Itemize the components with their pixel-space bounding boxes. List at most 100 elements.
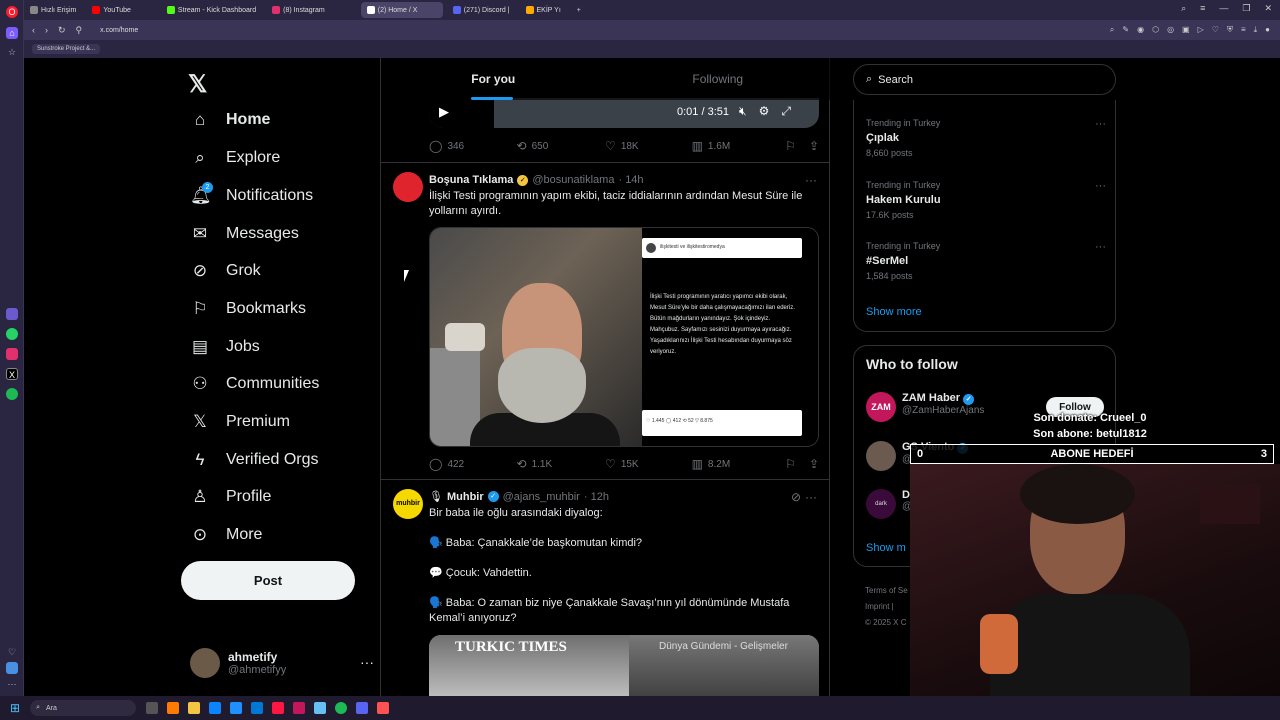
home-icon[interactable]: ⌂ (6, 27, 18, 39)
nav-verified-orgs[interactable]: ϟ Verified Orgs (190, 450, 319, 470)
taskbar-app-icon[interactable] (293, 702, 306, 714)
author-handle[interactable]: @ajans_muhbir (503, 491, 580, 503)
suggestion-item[interactable]: dark D @ (866, 489, 912, 519)
more-icon[interactable]: ··· (1095, 118, 1106, 130)
play-icon[interactable]: ▶ (439, 104, 449, 120)
views-button[interactable]: ▥ 8.2M (692, 457, 786, 471)
like-button[interactable]: ♡ 18K (605, 139, 692, 153)
browser-tab[interactable]: Stream - Kick Dashboard (161, 2, 262, 18)
nav-premium[interactable]: 𝕏 Premium (190, 412, 290, 432)
new-tab-button[interactable]: + (571, 2, 587, 18)
browser-tab[interactable]: YouTube (86, 2, 137, 18)
heart-icon[interactable]: ♡ (6, 646, 18, 658)
x-icon[interactable]: X (6, 368, 18, 380)
share-button[interactable]: ⇪ (809, 457, 819, 471)
instagram-icon[interactable] (6, 348, 18, 360)
nav-notifications[interactable]: 🔔︎ 2 Notifications (190, 182, 313, 206)
video-player[interactable]: ▶ 0:01 / 3:51 🔇︎ ⚙ ⤢ (429, 98, 819, 128)
footer-link[interactable]: Imprint | (865, 599, 908, 615)
nav-bookmarks[interactable]: ⚐ Bookmarks (190, 299, 306, 319)
opera-icon[interactable] (272, 702, 285, 714)
more-icon[interactable]: ··· (805, 173, 817, 187)
post-button[interactable]: Post (181, 561, 355, 600)
extension-icon[interactable]: ◎ (1167, 25, 1174, 35)
grok-icon[interactable]: ⊘ (791, 490, 801, 504)
tab-following[interactable]: Following (606, 58, 831, 100)
more-icon[interactable]: ··· (805, 490, 817, 504)
camera-icon[interactable]: ◉ (1137, 25, 1144, 35)
menu-icon[interactable]: ≡ (1241, 25, 1246, 35)
forward-icon[interactable]: › (45, 25, 48, 35)
app-icon[interactable] (6, 662, 18, 674)
profile-icon[interactable]: ● (1265, 25, 1270, 35)
taskbar-app-icon[interactable] (146, 702, 159, 714)
browser-tab[interactable]: Hızlı Erişim (24, 2, 82, 18)
taskbar-app-icon[interactable] (167, 702, 180, 714)
nav-communities[interactable]: ⚇ Communities (190, 374, 319, 394)
spotify-icon[interactable] (335, 702, 348, 714)
suggestion-item[interactable]: ZAM ZAM Haber ✓ @ZamHaberAjans (866, 392, 984, 422)
post-time[interactable]: · 14h (618, 174, 643, 186)
whatsapp-icon[interactable] (6, 328, 18, 340)
post-image[interactable]: TURKIC TIMES Dünya Gündemi - Gelişmeler (429, 635, 819, 696)
taskbar-search[interactable]: ⌕ Ara (30, 700, 137, 716)
mute-icon[interactable]: 🔇︎ (739, 104, 747, 119)
app-icon[interactable] (6, 308, 18, 320)
footer-link[interactable]: Terms of Se (865, 583, 908, 599)
taskbar-app-icon[interactable] (377, 702, 390, 714)
more-icon[interactable]: ··· (1095, 180, 1106, 192)
trend-item[interactable]: Trending in Turkey Hakem Kurulu 17.6K po… (866, 180, 1106, 220)
share-button[interactable]: ⇪ (809, 139, 819, 153)
star-icon[interactable]: ☆ (6, 46, 18, 58)
extension-icon[interactable]: ▣ (1182, 25, 1190, 35)
show-more-link[interactable]: Show m (866, 542, 906, 554)
author-name[interactable]: Boşuna Tıklama (429, 174, 513, 186)
post-time[interactable]: · 12h (584, 491, 609, 503)
edge-icon[interactable] (209, 702, 222, 714)
more-icon[interactable]: ··· (6, 678, 18, 690)
minimize-icon[interactable]: — (1219, 3, 1228, 14)
account-switcher[interactable]: ahmetify @ahmetifyy ··· (190, 648, 374, 678)
nav-profile[interactable]: ♙ Profile (190, 487, 271, 507)
edit-icon[interactable]: ✎ (1122, 25, 1129, 35)
spotify-icon[interactable] (6, 388, 18, 400)
tab-for-you[interactable]: For you (381, 58, 606, 100)
browser-tab-active[interactable]: (2) Home / X (360, 2, 443, 18)
trend-item[interactable]: Trending in Turkey Çıplak 8,660 posts ··… (866, 118, 1106, 158)
x-logo-icon[interactable]: 𝕏 (188, 70, 207, 99)
more-icon[interactable]: ··· (1095, 241, 1106, 253)
author-name[interactable]: Muhbir (447, 491, 484, 503)
browser-tab[interactable]: EKİP Yı (520, 2, 567, 18)
site-info-icon[interactable]: ⚲ (76, 25, 83, 36)
shield-icon[interactable]: ⛨ (1227, 25, 1233, 35)
bookmark-item[interactable]: Sunstroke Project &... (32, 44, 101, 54)
avatar[interactable]: muhbir (393, 489, 423, 519)
search-icon[interactable]: ⌕ (1181, 3, 1186, 14)
opera-logo-icon[interactable]: O (6, 6, 18, 18)
views-button[interactable]: ▥ 1.6M (692, 139, 786, 153)
bookmark-button[interactable]: ⚐ (785, 457, 809, 471)
gear-icon[interactable]: ⚙ (759, 104, 770, 119)
author-handle[interactable]: @bosunatiklama (532, 174, 614, 186)
windows-start-icon[interactable]: ⊞ (10, 701, 20, 715)
nav-home[interactable]: ⌂ Home (190, 110, 271, 130)
nav-grok[interactable]: ⊘ Grok (190, 261, 261, 281)
maximize-icon[interactable]: ❐ (1242, 3, 1250, 14)
browser-tab[interactable]: (271) Discord | (447, 2, 516, 18)
browser-tab[interactable]: (8) Instagram (266, 2, 331, 18)
reply-button[interactable]: ◯ 346 (429, 139, 517, 153)
fullscreen-icon[interactable]: ⤢ (781, 104, 791, 119)
nav-explore[interactable]: ⌕ Explore (190, 148, 280, 168)
url-input[interactable]: x.com/home (100, 27, 138, 34)
zoom-icon[interactable]: ⌕ (1110, 25, 1114, 35)
heart-icon[interactable]: ♡ (1212, 25, 1219, 35)
outlook-icon[interactable] (251, 702, 264, 714)
avatar[interactable] (393, 172, 423, 202)
download-icon[interactable]: ⤓ (1254, 25, 1258, 35)
repost-button[interactable]: ⟲ 650 (517, 139, 606, 153)
reply-button[interactable]: ◯ 422 (429, 457, 517, 471)
close-icon[interactable]: ✕ (1264, 3, 1272, 14)
play-icon[interactable]: ▷ (1198, 25, 1204, 35)
folder-icon[interactable] (188, 702, 201, 714)
nav-jobs[interactable]: ▤ Jobs (190, 337, 260, 357)
